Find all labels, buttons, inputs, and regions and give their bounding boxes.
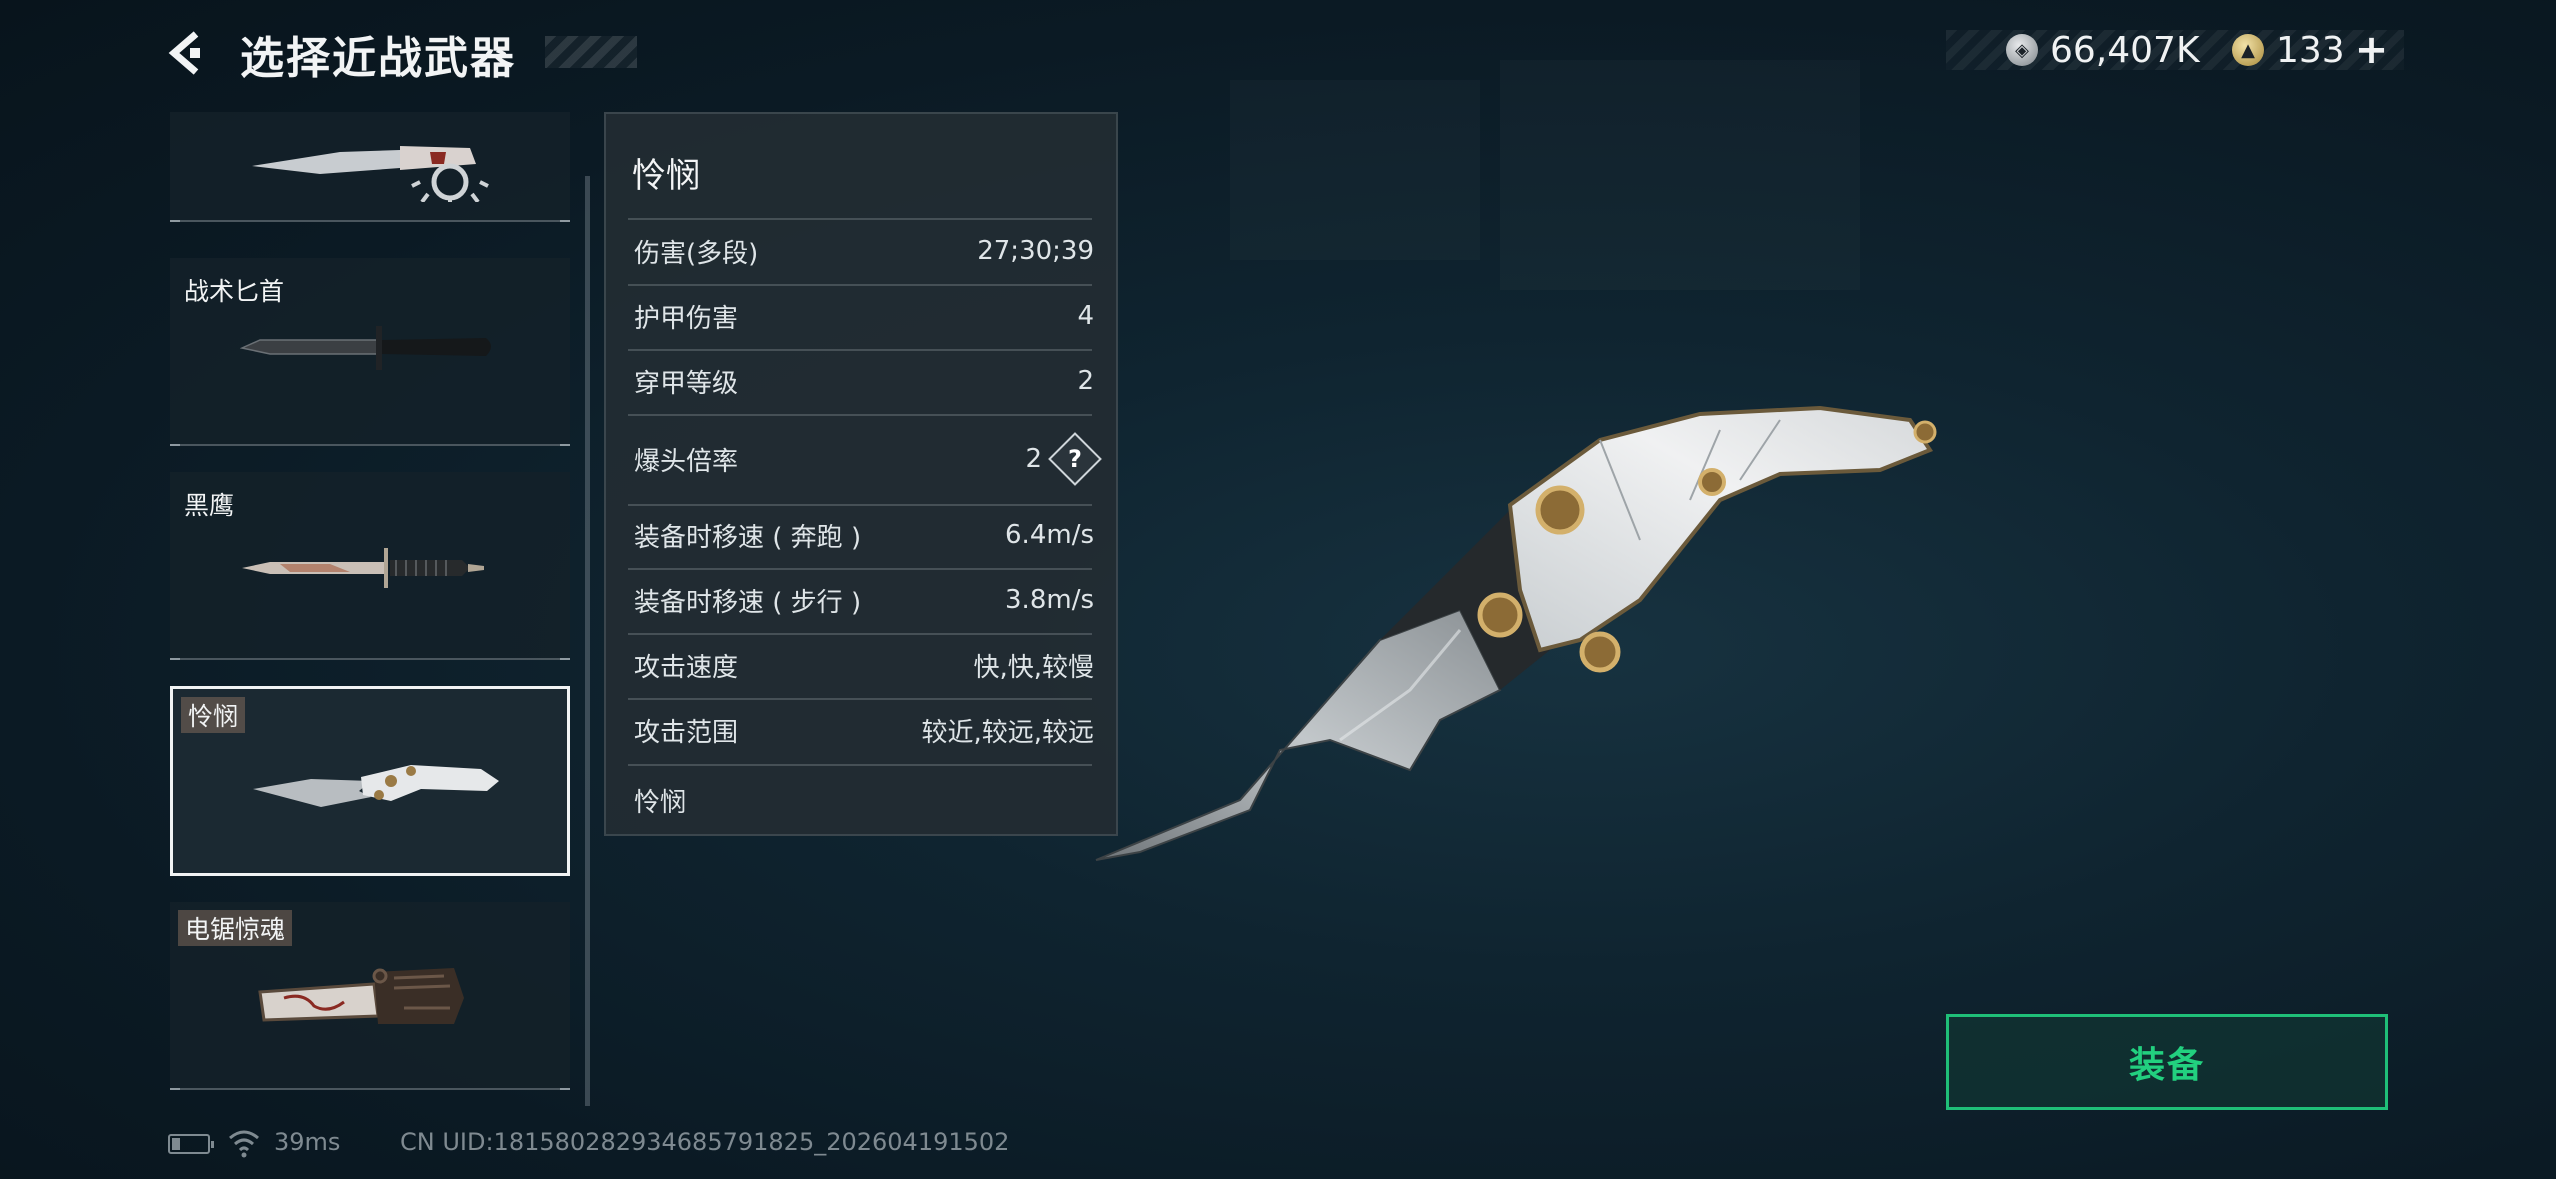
stat-row: 穿甲等级 2 — [634, 358, 1094, 404]
stat-label: 穿甲等级 — [634, 368, 739, 399]
stat-row: 装备时移速 ( 步行 ) 3.8m/s — [634, 577, 1094, 623]
silver-currency: ◈ 66,407K — [2006, 26, 2200, 74]
divider — [628, 284, 1092, 286]
silver-coin-icon: ◈ — [2006, 34, 2038, 66]
mercy-knife-icon — [1095, 405, 1937, 861]
stat-row: 攻击速度 快,快,较慢 — [634, 642, 1094, 688]
gold-currency: ▲ 133 + — [2232, 26, 2388, 74]
weapon-name: 电锯惊魂 — [178, 910, 293, 946]
detail-title: 怜悯 — [632, 156, 700, 196]
divider — [628, 504, 1092, 506]
stat-value: 2 — [1025, 444, 1042, 474]
wifi-icon — [229, 1130, 259, 1158]
mercy-knife-icon — [253, 765, 499, 807]
chainsaw-icon — [258, 968, 464, 1024]
stat-value: 较近,较远,较远 — [921, 717, 1094, 748]
divider — [628, 764, 1092, 766]
stat-label: 装备时移速 ( 步行 ) — [634, 587, 862, 618]
divider — [628, 414, 1092, 416]
weapon-name: 战术匕首 — [184, 277, 285, 306]
weapon-card[interactable] — [170, 112, 570, 222]
silver-value: 66,407K — [2050, 29, 2200, 71]
uid-text: CN UID:18158028293468579182​5_2026041915… — [400, 1128, 1010, 1156]
weapon-detail-panel: 怜悯 伤害(多段) 27;30;39 护甲伤害 4 穿甲等级 2 爆头倍率 2 … — [604, 112, 1118, 836]
stat-label: 爆头倍率 — [634, 446, 739, 477]
stat-label: 攻击速度 — [634, 652, 739, 683]
black-hawk-dagger-icon — [242, 548, 484, 588]
detail-footer-name: 怜悯 — [634, 788, 687, 818]
spiked-knuckle-knife-icon — [252, 146, 489, 202]
stat-row: 爆头倍率 2 ? — [634, 432, 1102, 486]
weapon-card[interactable]: 黑鹰 — [170, 472, 570, 660]
stat-label: 伤害(多段) — [634, 238, 759, 269]
weapon-card[interactable]: 电锯惊魂 — [170, 902, 570, 1090]
equip-button[interactable]: 装备 — [1946, 1014, 2388, 1110]
divider — [628, 218, 1092, 220]
battery-icon — [168, 1134, 214, 1154]
equip-label: 装备 — [2128, 1045, 2205, 1086]
weapon-name: 黑鹰 — [184, 491, 235, 520]
gold-value: 133 — [2276, 29, 2345, 71]
stat-value: 快,快,较慢 — [973, 652, 1094, 683]
ping-text: 39ms — [274, 1128, 341, 1156]
divider — [628, 568, 1092, 570]
tactical-dagger-icon — [240, 326, 491, 370]
gold-coin-icon: ▲ — [2232, 34, 2264, 66]
stat-label: 攻击范围 — [634, 717, 739, 748]
weapon-name: 怜悯 — [181, 697, 246, 733]
stat-row: 护甲伤害 4 — [634, 293, 1094, 339]
weapon-card[interactable]: 战术匕首 — [170, 258, 570, 446]
list-scrollbar[interactable] — [585, 176, 590, 1106]
page-title: 选择近战武器 — [240, 33, 516, 84]
title-decoration — [545, 36, 637, 68]
stat-label: 护甲伤害 — [634, 303, 739, 334]
divider — [628, 633, 1092, 635]
weapon-list[interactable]: 战术匕首 黑鹰 怜悯 电锯惊魂 — [170, 112, 570, 1102]
stat-value: 4 — [1077, 301, 1094, 331]
divider — [628, 349, 1092, 351]
stat-row: 装备时移速 ( 奔跑 ) 6.4m/s — [634, 512, 1094, 558]
background-panel — [1230, 80, 1480, 260]
stat-label: 装备时移速 ( 奔跑 ) — [634, 522, 862, 553]
background-panel — [1500, 60, 1860, 290]
back-arrow-icon — [168, 31, 200, 75]
stat-value: 27;30;39 — [977, 236, 1094, 266]
stat-row: 伤害(多段) 27;30;39 — [634, 228, 1094, 274]
back-button[interactable] — [166, 28, 214, 78]
stat-row: 攻击范围 较近,较远,较远 — [634, 707, 1094, 753]
weapon-card-selected[interactable]: 怜悯 — [170, 686, 570, 876]
add-currency-button[interactable]: + — [2355, 27, 2389, 73]
divider — [628, 698, 1092, 700]
